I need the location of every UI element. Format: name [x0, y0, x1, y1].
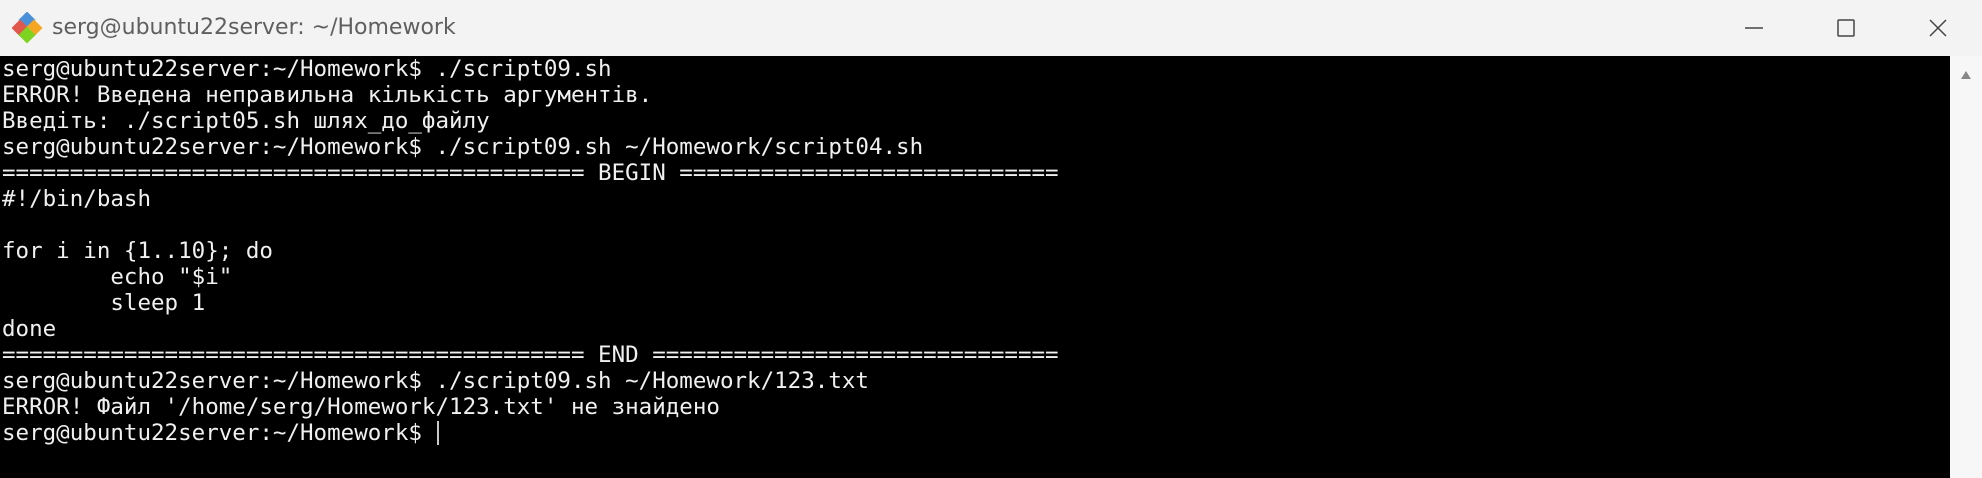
terminal-line: ERROR! Введена неправильна кількість арг…: [2, 82, 653, 108]
terminal-line: done: [2, 316, 57, 342]
terminal-line: for i in {1..10}; do: [2, 238, 273, 264]
scroll-up-arrow-icon[interactable]: [1960, 70, 1972, 80]
vertical-scrollbar[interactable]: [1950, 56, 1982, 478]
putty-icon: [12, 12, 43, 44]
text-cursor: [437, 421, 440, 445]
maximize-icon: [1837, 19, 1855, 37]
terminal-prompt-line[interactable]: serg@ubuntu22server:~/Homework$: [0, 420, 1950, 446]
terminal-line: serg@ubuntu22server:~/Homework$ ./script…: [2, 134, 924, 160]
terminal-line: ERROR! Файл '/home/serg/Homework/123.txt…: [2, 394, 720, 420]
terminal-prompt: serg@ubuntu22server:~/Homework$: [2, 420, 436, 446]
close-button[interactable]: [1892, 0, 1982, 56]
terminal-line: serg@ubuntu22server:~/Homework$ ./script…: [2, 56, 612, 82]
terminal-line: sleep 1: [2, 290, 206, 316]
close-icon: [1929, 19, 1947, 37]
terminal-line: echo "$i": [2, 264, 233, 290]
window-title: serg@ubuntu22server: ~/Homework: [52, 15, 456, 40]
minimize-icon: [1745, 27, 1763, 29]
maximize-button[interactable]: [1800, 0, 1892, 56]
terminal-window: serg@ubuntu22server: ~/Homework serg@ubu…: [0, 0, 1982, 478]
terminal-line: serg@ubuntu22server:~/Homework$ ./script…: [2, 368, 869, 394]
terminal-line: #!/bin/bash: [2, 186, 152, 212]
terminal-line: ========================================…: [2, 342, 1059, 368]
minimize-button[interactable]: [1708, 0, 1800, 56]
terminal-line: ========================================…: [2, 160, 1059, 186]
terminal-line: Введіть: ./script05.sh шлях_до_файлу: [2, 108, 490, 134]
terminal-output[interactable]: serg@ubuntu22server:~/Homework$ ./script…: [0, 56, 1950, 478]
title-bar[interactable]: serg@ubuntu22server: ~/Homework: [0, 0, 1982, 56]
